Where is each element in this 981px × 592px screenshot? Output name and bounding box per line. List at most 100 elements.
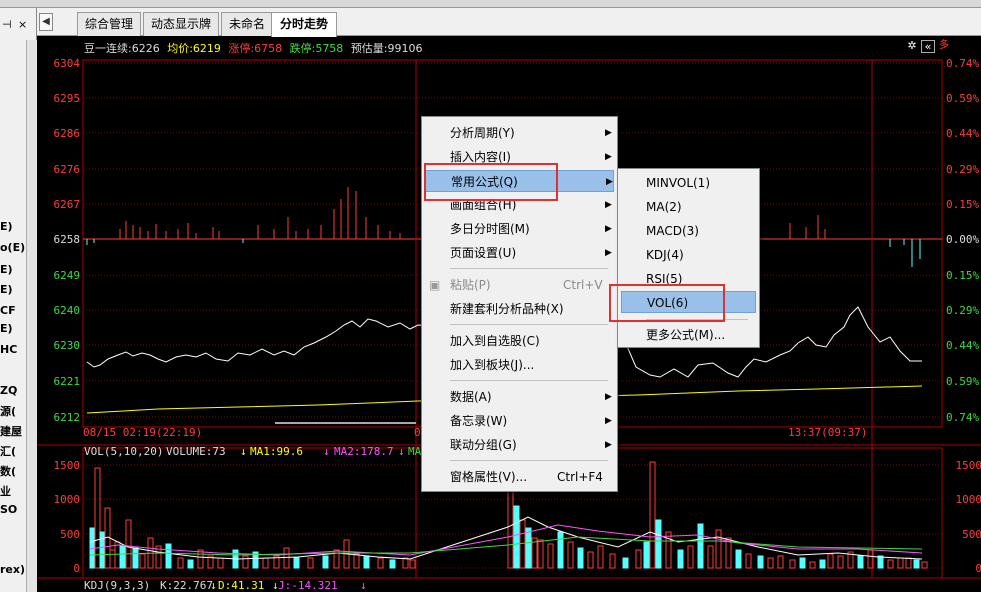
volume-bar [402, 557, 409, 569]
menu-separator [450, 460, 608, 461]
volume-bar [217, 557, 224, 569]
contract-price: 豆一连续:6226 [84, 42, 160, 55]
menu-item[interactable]: 备忘录(W) ▶ [425, 410, 614, 432]
left-list-item[interactable]: 业 [0, 483, 11, 499]
volume-bar [187, 559, 194, 569]
tab-dynamic-board[interactable]: 动态显示牌 [143, 12, 219, 36]
volume-bar [677, 549, 684, 569]
volume-bar [857, 555, 864, 569]
kdj-header-j: J:-14.321 [278, 579, 338, 592]
submenu-item[interactable]: 更多公式(M)... [621, 324, 756, 346]
volume-bar [537, 539, 544, 569]
menu-item[interactable]: 粘贴(P) Ctrl+V ▣ [425, 274, 614, 296]
volume-bar [643, 541, 650, 569]
left-list-item[interactable]: 源( [0, 403, 16, 419]
price-tick-label: 6230 [54, 339, 81, 352]
volume-bar [389, 559, 396, 569]
volume-bar [897, 557, 904, 569]
flag-icon[interactable]: 多 [937, 40, 951, 53]
tab-bar: ◀ 综合管理 动态显示牌 未命名 分时走势 [37, 8, 981, 37]
submenu-item[interactable]: MA(2) [621, 196, 756, 218]
volume-bar [827, 553, 834, 569]
volume-bar [114, 541, 121, 569]
volume-bar [837, 555, 844, 569]
volume-tick-label: 1000 [54, 493, 81, 506]
left-list-item[interactable]: E) [0, 322, 13, 335]
menu-item[interactable]: 数据(A) ▶ [425, 386, 614, 408]
volume-bar [577, 547, 584, 569]
left-scrollbar[interactable] [26, 40, 37, 592]
menu-item[interactable]: 分析周期(Y) ▶ [425, 122, 614, 144]
submenu-item[interactable]: KDJ(4) [621, 244, 756, 266]
collapse-left-icon[interactable]: « [921, 40, 935, 53]
menu-item[interactable]: 窗格属性(V)... Ctrl+F4 [425, 466, 614, 488]
price-tick-label: 6258 [54, 233, 81, 246]
volume-tick-label: 0 [73, 562, 80, 575]
limit-up: 涨停:6758 [228, 42, 283, 55]
menu-separator [450, 324, 608, 325]
settings-gear-icon[interactable]: ✲ [905, 40, 919, 53]
volume-bar [809, 561, 816, 569]
left-list-item[interactable]: 汇( [0, 443, 16, 459]
menu-item[interactable]: 加入到自选股(C) [425, 330, 614, 352]
volume-bar [119, 545, 126, 569]
close-panel-icon[interactable]: × [18, 18, 27, 31]
menu-item[interactable]: 联动分组(G) ▶ [425, 434, 614, 456]
left-list-item[interactable]: HC [0, 343, 17, 356]
left-list-item[interactable]: E) [0, 263, 13, 276]
volume-bar [655, 519, 662, 569]
volume-bar [99, 531, 106, 569]
left-list-item[interactable]: 建屋 [0, 423, 22, 439]
submenu-arrow-icon: ▶ [606, 177, 613, 187]
price-tick-label: 6304 [54, 57, 81, 70]
time-label-left: 08/15 02:19(22:19) [83, 426, 202, 439]
tab-overview[interactable]: 综合管理 [77, 12, 141, 36]
submenu-item-label: KDJ(4) [646, 248, 684, 262]
menu-item[interactable]: 页面设置(U) ▶ [425, 242, 614, 264]
menu-item-label: 多日分时图(M) [450, 222, 530, 236]
down-arrow-icon: ↓ [240, 445, 247, 458]
left-list-item[interactable]: rex) [0, 563, 25, 576]
tab-unnamed[interactable]: 未命名 [221, 12, 273, 36]
menu-item-label: 页面设置(U) [450, 246, 517, 260]
down-arrow-icon: ↓ [210, 579, 217, 592]
annotation-box-common-formula [424, 163, 558, 201]
tab-scroll-left-icon[interactable]: ◀ [39, 13, 53, 31]
menu-item[interactable]: 新建套利分析品种(X) [425, 298, 614, 320]
menu-item[interactable]: 加入到板块(J)... [425, 354, 614, 376]
left-list-item[interactable]: CF [0, 304, 16, 317]
volume-bar [525, 527, 532, 569]
left-list-item[interactable]: E) [0, 220, 13, 233]
submenu-item[interactable]: MINVOL(1) [621, 172, 756, 194]
left-list-item[interactable]: SO [0, 503, 17, 516]
volume-bar [197, 549, 204, 569]
volume-bar [697, 523, 704, 569]
volume-bar [819, 559, 826, 569]
pct-tick-label: 0.00% [946, 233, 979, 246]
kdj-header-d: D:41.31 [218, 579, 264, 592]
left-list-item[interactable]: 数( [0, 463, 16, 479]
volume-bar [799, 557, 806, 569]
left-list-item[interactable]: o(E) [0, 241, 25, 254]
tab-intraday-trend[interactable]: 分时走势 [271, 12, 337, 37]
left-list-item[interactable]: ZQ [0, 384, 17, 397]
volume-bar [109, 549, 116, 569]
time-label-right: 13:37(09:37) [788, 426, 867, 439]
volume-bar [363, 555, 370, 569]
paste-icon: ▣ [429, 278, 441, 292]
pct-tick-label: 0.44% [946, 127, 979, 140]
vol-header-ma1: MA1:99.6 [250, 445, 303, 458]
volume-bar [125, 519, 132, 569]
volume-bar [777, 555, 784, 569]
left-list-item[interactable]: E) [0, 283, 13, 296]
volume-bar [377, 557, 384, 569]
menu-item[interactable]: 多日分时图(M) ▶ [425, 218, 614, 240]
price-tick-label: 6286 [54, 127, 81, 140]
pin-icon[interactable]: ⊣ [2, 18, 12, 31]
volume-bar [547, 543, 554, 569]
submenu-item[interactable]: MACD(3) [621, 220, 756, 242]
submenu-arrow-icon: ▶ [605, 416, 612, 426]
volume-tick-label-right: 1000 [956, 493, 981, 506]
pct-tick-label: 0.15% [946, 198, 979, 211]
menu-accelerator: Ctrl+F4 [557, 470, 603, 484]
